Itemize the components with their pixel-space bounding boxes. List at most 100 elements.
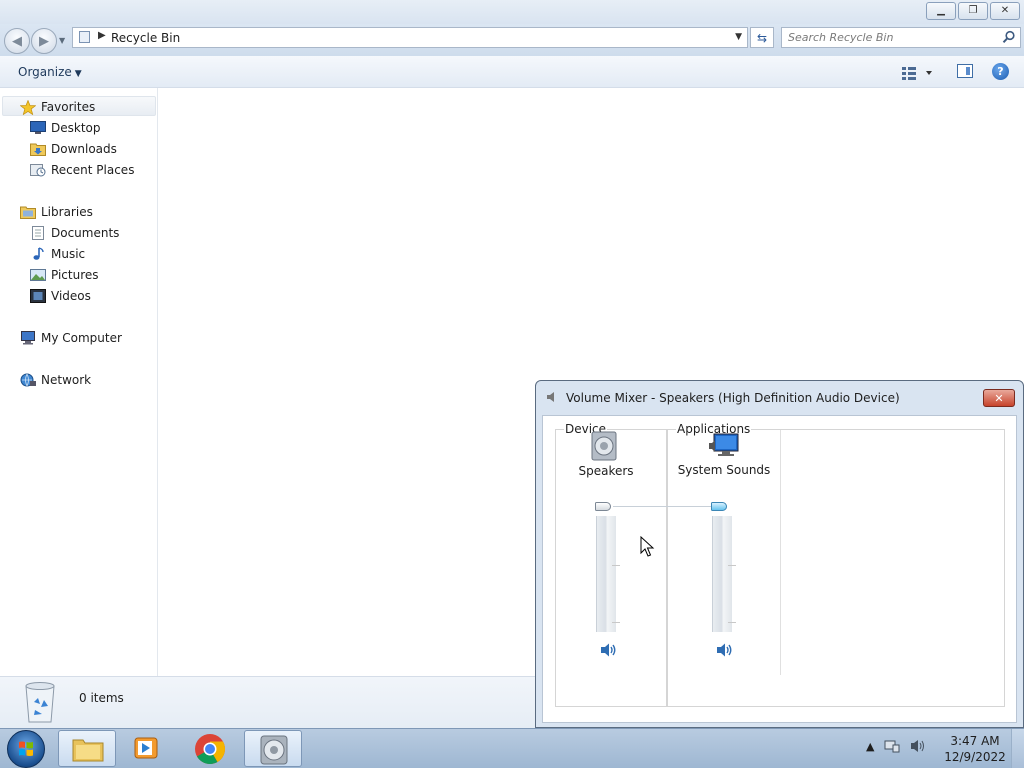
taskbar-chrome-button[interactable] <box>181 730 239 767</box>
refresh-button[interactable]: ⇆ <box>750 27 774 48</box>
command-bar: Organize ▼ ? <box>0 56 1024 88</box>
system-sounds-volume-track[interactable] <box>712 516 732 632</box>
nav-item-label: Documents <box>51 226 120 240</box>
mixer-title: Volume Mixer - Speakers (High Definition… <box>566 391 900 405</box>
volume-tray-icon[interactable] <box>910 738 926 754</box>
nav-item-recent-places[interactable]: Recent Places <box>30 160 134 180</box>
breadcrumb-location[interactable]: Recycle Bin <box>111 31 180 45</box>
speakers-mute-button-icon[interactable] <box>599 642 617 658</box>
volume-mixer-window: Volume Mixer - Speakers (High Definition… <box>535 380 1024 728</box>
libraries-icon <box>20 205 36 219</box>
taskbar: ▲ 3:47 AM 12/9/2022 <box>0 728 1024 768</box>
start-button[interactable] <box>7 730 45 768</box>
forward-button[interactable]: ▶ <box>31 28 57 54</box>
system-tray: ▲ <box>866 738 926 754</box>
nav-favorites-label: Favorites <box>41 100 96 114</box>
show-desktop-button[interactable] <box>1011 729 1024 768</box>
nav-item-label: Desktop <box>51 121 101 135</box>
organize-menu-button[interactable]: Organize ▼ <box>18 65 82 79</box>
organize-label: Organize <box>18 65 72 79</box>
nav-item-documents[interactable]: Documents <box>30 223 119 243</box>
nav-favorites[interactable]: Favorites <box>19 97 96 117</box>
nav-my-computer-label: My Computer <box>41 331 122 345</box>
search-box[interactable] <box>781 27 1021 48</box>
title-bar[interactable]: ▁ ❐ ✕ <box>0 0 1024 24</box>
close-icon: ✕ <box>994 391 1004 405</box>
slider-tick <box>612 622 620 623</box>
slider-tick <box>728 622 736 623</box>
pictures-icon <box>30 268 46 282</box>
computer-icon <box>20 331 36 345</box>
mixer-body: Device Applications Speakers System Soun… <box>542 415 1017 723</box>
nav-libraries-label: Libraries <box>41 205 93 219</box>
clock-time: 3:47 AM <box>950 734 1000 748</box>
nav-item-music[interactable]: Music <box>30 244 85 264</box>
speaker-icon <box>260 735 288 765</box>
nav-item-label: Pictures <box>51 268 99 282</box>
nav-network-label: Network <box>41 373 92 387</box>
slider-tick <box>728 565 736 566</box>
channel-divider <box>780 430 781 675</box>
preview-pane-icon[interactable] <box>957 64 973 78</box>
mixer-close-button[interactable]: ✕ <box>983 389 1015 407</box>
breadcrumb-chevron-icon[interactable]: ▶ <box>98 30 106 41</box>
taskbar-volume-mixer-button[interactable] <box>244 730 302 767</box>
nav-item-label: Recent Places <box>51 163 135 177</box>
minimize-button[interactable]: ▁ <box>926 2 956 20</box>
back-button[interactable]: ◀ <box>4 28 30 54</box>
desktop-icon <box>30 121 46 135</box>
speakers-volume-track[interactable] <box>596 516 616 632</box>
folder-icon <box>72 739 104 762</box>
nav-item-videos[interactable]: Videos <box>30 286 91 306</box>
close-icon: ✕ <box>1000 5 1010 16</box>
show-hidden-icons-icon[interactable]: ▲ <box>866 740 874 753</box>
taskbar-clock[interactable]: 3:47 AM 12/9/2022 <box>940 733 1010 765</box>
media-player-icon <box>134 737 158 759</box>
minimize-icon: ▁ <box>937 5 945 16</box>
recent-places-icon <box>30 163 46 177</box>
address-bar[interactable]: ▶ Recycle Bin ▼ <box>72 27 748 48</box>
speaker-small-icon <box>547 392 554 402</box>
search-icon[interactable] <box>1002 30 1016 44</box>
nav-item-label: Downloads <box>51 142 117 156</box>
help-icon[interactable]: ? <box>992 63 1009 80</box>
refresh-icon: ⇆ <box>756 30 768 45</box>
nav-item-label: Music <box>51 247 86 261</box>
nav-item-pictures[interactable]: Pictures <box>30 265 99 285</box>
items-count-label: 0 items <box>79 691 124 705</box>
speakers-volume-slider[interactable] <box>595 502 611 511</box>
speakers-icon[interactable] <box>590 431 618 461</box>
network-tray-icon[interactable] <box>884 738 900 754</box>
music-note-icon <box>30 247 46 261</box>
restore-icon: ❐ <box>968 5 978 16</box>
system-sounds-mute-button-icon[interactable] <box>715 642 733 658</box>
windows-logo-icon <box>19 741 33 756</box>
documents-icon <box>30 226 46 240</box>
nav-network[interactable]: Network <box>20 370 91 390</box>
nav-libraries[interactable]: Libraries <box>20 202 93 222</box>
taskbar-explorer-button[interactable] <box>58 730 116 767</box>
nav-item-desktop[interactable]: Desktop <box>30 118 101 138</box>
change-view-icon[interactable] <box>902 65 932 81</box>
system-sounds-volume-slider[interactable] <box>711 502 727 511</box>
nav-my-computer[interactable]: My Computer <box>20 328 122 348</box>
navigation-pane: Favorites Desktop Downloads Recent Place… <box>0 88 158 676</box>
recent-pages-dropdown-icon[interactable]: ▼ <box>59 36 65 45</box>
close-button[interactable]: ✕ <box>990 2 1020 20</box>
taskbar-media-player-button[interactable] <box>117 730 175 767</box>
chrome-icon <box>195 734 226 765</box>
search-input[interactable] <box>788 30 993 45</box>
chevron-down-icon: ▼ <box>74 69 82 79</box>
nav-item-downloads[interactable]: Downloads <box>30 139 117 159</box>
system-sounds-icon[interactable] <box>708 433 740 459</box>
downloads-folder-icon <box>30 142 46 156</box>
restore-button[interactable]: ❐ <box>958 2 988 20</box>
network-icon <box>20 373 36 387</box>
address-history-dropdown-icon[interactable]: ▼ <box>735 32 742 42</box>
system-sounds-label: System Sounds <box>677 463 771 477</box>
nav-item-label: Videos <box>51 289 91 303</box>
star-icon <box>19 99 37 116</box>
videos-icon <box>30 289 46 303</box>
recycle-bin-small-icon <box>79 31 90 43</box>
recycle-bin-icon <box>25 682 55 723</box>
